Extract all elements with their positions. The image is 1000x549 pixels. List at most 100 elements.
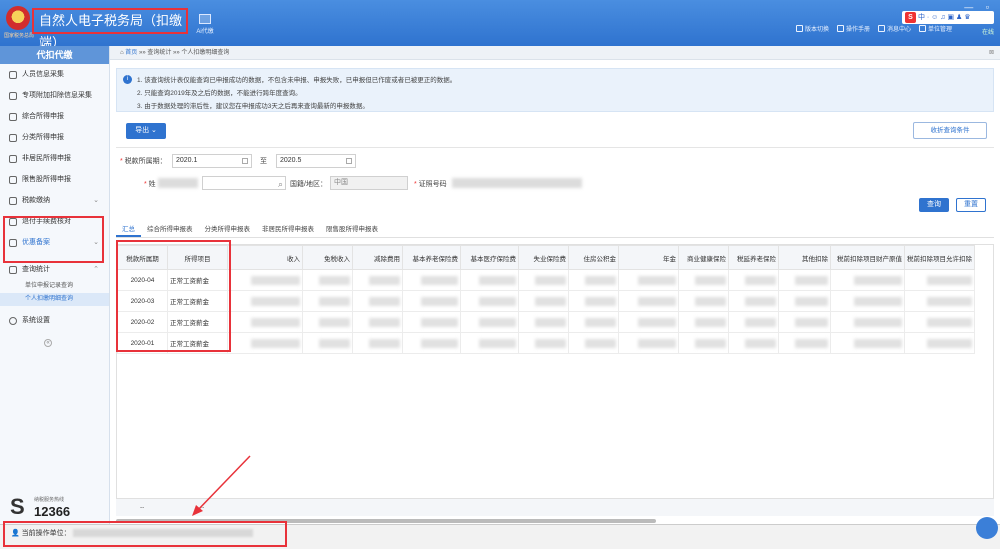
cell-redacted xyxy=(728,290,779,312)
redacted-value xyxy=(795,296,828,306)
id-label-text: 证照号码 xyxy=(418,181,447,188)
cell-redacted xyxy=(904,269,975,291)
redacted-unit-name xyxy=(72,529,253,538)
nationality-select[interactable]: 中国 xyxy=(330,176,408,190)
report-tabs: 汇总 综合所得申报表 分类所得申报表 非居民所得申报表 限售股所得申报表 xyxy=(116,222,994,238)
top-action-version[interactable]: 版本切换 xyxy=(795,24,829,33)
cell-redacted xyxy=(402,290,461,312)
sogou-icon: S xyxy=(905,12,916,23)
calendar-icon xyxy=(346,158,352,164)
column-header: 住房公积金 xyxy=(568,245,619,270)
sidebar-item-label: 非居民所得申报 xyxy=(22,155,71,162)
redacted-value xyxy=(318,296,350,306)
column-header: 减除费用 xyxy=(352,245,403,270)
cell-redacted xyxy=(227,311,303,333)
redacted-value xyxy=(318,338,350,348)
collapse-sidebar-icon[interactable]: « xyxy=(44,339,52,347)
sidebar-item-person-info[interactable]: 人员信息采集 xyxy=(0,64,109,85)
redacted-value xyxy=(795,317,828,327)
sidebar-item-label: 综合所得申报 xyxy=(22,113,64,120)
cell-redacted xyxy=(227,269,303,291)
breadcrumb: ⌂ 首页 »» 查询统计 »» 个人扣缴明细查询 ⊠ xyxy=(110,46,1000,60)
sidebar-item-tax-payment[interactable]: 税款缴纳 ⌄ xyxy=(0,190,109,211)
redacted-value xyxy=(637,275,676,285)
cell-redacted xyxy=(568,290,619,312)
sidebar-item-settings[interactable]: 系统设置 xyxy=(0,310,109,331)
sidebar-item-comprehensive[interactable]: 综合所得申报 xyxy=(0,106,109,127)
top-action-unit[interactable]: 单位管理 xyxy=(918,24,952,33)
redacted-value xyxy=(478,338,516,348)
cell-redacted xyxy=(830,269,905,291)
logo-subtitle: 国家税务总局 xyxy=(4,33,35,39)
sidebar-item-label: 税款缴纳 xyxy=(22,197,50,204)
export-button[interactable]: 导出 ⌄ xyxy=(126,123,166,139)
cell-redacted xyxy=(678,311,729,333)
layers-icon xyxy=(9,113,17,121)
close-tab-icon[interactable]: ⊠ xyxy=(989,46,994,60)
tab-nonresident[interactable]: 非居民所得申报表 xyxy=(256,222,320,237)
chat-icon[interactable] xyxy=(976,517,998,539)
tab-summary[interactable]: 汇总 xyxy=(116,222,141,237)
summary-item: -- xyxy=(200,504,205,511)
online-status: 在线 xyxy=(981,30,994,36)
table-row[interactable]: 2020-03 正常工资薪金 xyxy=(117,290,975,312)
cell-redacted xyxy=(460,269,519,291)
redacted-value xyxy=(534,296,566,306)
cell-redacted xyxy=(518,332,569,354)
top-action-label: 消息中心 xyxy=(886,27,911,33)
redacted-value xyxy=(251,275,300,285)
cell-redacted xyxy=(830,332,905,354)
period-from-value: 2020.1 xyxy=(176,157,198,164)
period-from-input[interactable]: 2020.1 xyxy=(172,154,252,168)
reset-button[interactable]: 重置 xyxy=(956,198,986,212)
redacted-value xyxy=(926,296,972,306)
column-header: 免税收入 xyxy=(302,245,353,270)
table-row[interactable]: 2020-01 正常工资薪金 xyxy=(117,332,975,354)
query-button[interactable]: 查询 xyxy=(919,198,949,212)
name-label: * 姓 xyxy=(144,181,156,188)
name-input[interactable]: ⌕ xyxy=(202,176,286,190)
column-header: 基本医疗保险费 xyxy=(460,245,519,270)
sidebar-item-special-deduction[interactable]: 专项附加扣除信息采集 xyxy=(0,85,109,106)
ime-toolbar[interactable]: S 中 · ☺ ♫ ▣ ♟ ♛ xyxy=(902,11,994,24)
column-header: 年金 xyxy=(618,245,679,270)
cell-redacted xyxy=(778,332,831,354)
sidebar-item-nonresident[interactable]: 非居民所得申报 xyxy=(0,148,109,169)
search-icon[interactable]: ⌕ xyxy=(278,178,283,190)
sidebar-subitem-unit-record[interactable]: 单位申报记录查询 xyxy=(0,280,109,293)
tab-comprehensive[interactable]: 综合所得申报表 xyxy=(141,222,199,237)
tab-classified[interactable]: 分类所得申报表 xyxy=(199,222,257,237)
cell-redacted xyxy=(518,311,569,333)
redacted-value xyxy=(420,275,458,285)
column-header: 收入 xyxy=(227,245,303,270)
redacted-value xyxy=(478,296,516,306)
table-row[interactable]: 2020-04 正常工资薪金 xyxy=(117,269,975,291)
top-action-label: 操作手册 xyxy=(845,27,870,33)
proxy-tab[interactable]: Ai代缴 xyxy=(192,14,218,42)
swap-icon xyxy=(795,25,803,32)
redacted-value xyxy=(584,317,616,327)
top-action-messages[interactable]: 消息中心 xyxy=(877,24,911,33)
top-action-manual[interactable]: 操作手册 xyxy=(836,24,870,33)
sidebar-item-classified[interactable]: 分类所得申报 xyxy=(0,127,109,148)
summary-period: -- xyxy=(140,504,145,511)
table-row[interactable]: 2020-02 正常工资薪金 xyxy=(117,311,975,333)
period-to-input[interactable]: 2020.5 xyxy=(276,154,356,168)
sidebar-item-restricted-stock[interactable]: 限售股所得申报 xyxy=(0,169,109,190)
redacted-value xyxy=(637,338,676,348)
top-action-label: 单位管理 xyxy=(927,27,952,33)
redacted-value xyxy=(694,275,726,285)
current-unit: 👤 当前操作单位： xyxy=(3,521,287,547)
column-header: 税前扣除项目允许扣除 xyxy=(904,245,975,270)
cell-redacted xyxy=(618,290,679,312)
redacted-value xyxy=(853,338,902,348)
sidebar-item-label: 系统设置 xyxy=(22,317,50,324)
breadcrumb-home[interactable]: 首页 xyxy=(125,50,137,56)
tab-restricted-stock[interactable]: 限售股所得申报表 xyxy=(320,222,384,237)
redacted-value xyxy=(637,317,676,327)
cell-redacted xyxy=(830,290,905,312)
nationality-value: 中国 xyxy=(334,179,348,186)
sidebar-subitem-personal-detail[interactable]: 个人扣缴明细查询 xyxy=(0,293,109,306)
sidebar-item-label: 专项附加扣除信息采集 xyxy=(22,92,92,99)
collapse-conditions-button[interactable]: 收折查询条件 xyxy=(913,122,987,139)
